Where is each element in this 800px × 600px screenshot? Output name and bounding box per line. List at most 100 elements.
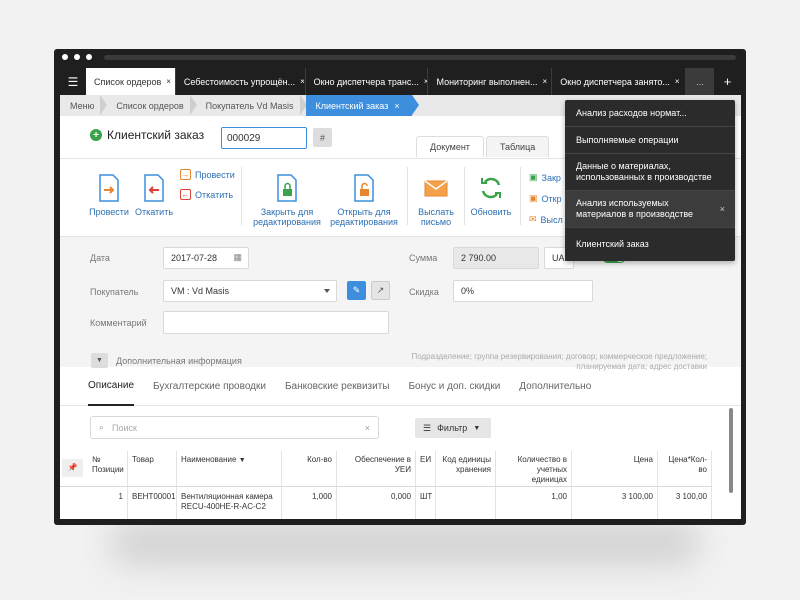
col-provision[interactable]: Обеспечение в УЕИ <box>337 451 416 487</box>
cell-product[interactable]: BEHT00001 <box>128 487 177 519</box>
side-open-button[interactable]: ▣ Откр <box>529 193 562 204</box>
table-scrollbar[interactable] <box>729 408 733 493</box>
tab-description[interactable]: Описание <box>88 368 135 406</box>
hash-button[interactable]: # <box>313 128 332 147</box>
add-tab-button[interactable]: + <box>714 68 741 95</box>
breadcrumb-current[interactable]: Клиентский заказ × <box>305 95 419 116</box>
open-buyer-button[interactable]: ↗ <box>371 281 390 300</box>
edit-buyer-button[interactable]: ✎ <box>347 281 366 300</box>
unpost-small-label: Откатить <box>195 189 234 200</box>
cell-accounting-qty[interactable]: 1,00 <box>496 487 572 519</box>
breadcrumb-label: Клиентский заказ <box>315 100 389 111</box>
post-small-button[interactable]: → Провести <box>180 169 235 180</box>
post-button[interactable]: Провести <box>89 173 129 217</box>
app-screen: ☰ Список ордеров × Себестоимость упрощён.… <box>60 68 741 519</box>
tab-monitoring[interactable]: Мониторинг выполнен... × <box>428 68 553 95</box>
menu-item-cost-analysis[interactable]: Анализ расходов нормат... <box>565 100 735 127</box>
col-product[interactable]: Товар <box>128 451 177 487</box>
tab-orders-list[interactable]: Список ордеров × <box>85 68 176 95</box>
tab-document[interactable]: Документ <box>416 136 484 157</box>
filter-icon: ☰ <box>423 422 432 433</box>
tab-transport[interactable]: Окно диспетчера транс... × <box>306 68 429 95</box>
maximize-dot[interactable] <box>86 54 92 60</box>
external-link-icon: ↗ <box>376 285 385 295</box>
search-input[interactable]: ⌕ Поиск × <box>90 416 379 439</box>
chevron-down-icon: ▼ <box>473 424 481 432</box>
menu-item-materials-data[interactable]: Данные о материалах, использованных в пр… <box>565 154 735 191</box>
envelope-small-icon: ✉ <box>529 214 537 224</box>
tab-additional[interactable]: Дополнительно <box>519 368 591 406</box>
col-storage-code[interactable]: Код единицы хранения <box>436 451 496 487</box>
col-accounting-qty[interactable]: Количество в учетных единицах <box>496 451 572 487</box>
col-position[interactable]: № Позиции <box>88 451 128 487</box>
cell-qty[interactable]: 1,000 <box>282 487 337 519</box>
pin-icon[interactable]: 📌 <box>62 459 83 477</box>
cell-name[interactable]: Вентиляционная камера RECU-400HE-R-AC-C2 <box>177 487 282 519</box>
comment-field[interactable] <box>163 311 389 334</box>
unpost-small-button[interactable]: ← Откатить <box>180 189 233 200</box>
buyer-select[interactable]: VM : Vd Masis <box>163 280 337 302</box>
send-letter-button[interactable]: Выслать письмо <box>416 173 456 227</box>
menu-item-client-order[interactable]: Клиентский заказ <box>565 228 735 261</box>
cell-total[interactable]: 3 100,00 <box>658 487 712 519</box>
discount-field[interactable]: 0% <box>453 280 593 302</box>
cell-unit[interactable]: ШТ <box>416 487 436 519</box>
col-qty[interactable]: Кол-во <box>282 451 337 487</box>
close-dot[interactable] <box>62 54 68 60</box>
close-icon[interactable]: × <box>394 101 399 111</box>
side-send-button[interactable]: ✉ Высл <box>529 214 563 225</box>
document-unpost-icon <box>144 174 164 202</box>
refresh-icon <box>481 177 501 199</box>
breadcrumb-menu[interactable]: Меню <box>60 95 108 116</box>
envelope-icon <box>424 180 448 197</box>
more-tabs-button[interactable]: ... <box>686 68 715 95</box>
close-icon[interactable]: × <box>543 77 548 86</box>
minimize-dot[interactable] <box>74 54 80 60</box>
tab-bank-details[interactable]: Банковские реквизиты <box>285 368 390 406</box>
window-shadow <box>110 520 700 566</box>
doc-number-input[interactable] <box>221 127 307 149</box>
col-unit[interactable]: ЕИ <box>416 451 436 487</box>
side-close-button[interactable]: ▣ Закр <box>529 172 561 183</box>
cell-provision[interactable]: 0,000 <box>337 487 416 519</box>
col-name[interactable]: Наименование ▼ <box>177 451 282 487</box>
tab-accounting[interactable]: Бухгалтерские проводки <box>153 368 266 406</box>
calendar-icon[interactable]: ▦ <box>233 252 242 263</box>
close-icon[interactable]: × <box>300 77 305 86</box>
unpost-button[interactable]: Откатить <box>135 173 173 217</box>
close-edit-button[interactable]: Закрыть для редактирования <box>253 173 321 227</box>
lock-open-icon <box>354 174 374 202</box>
close-icon[interactable]: × <box>675 77 680 86</box>
col-price[interactable]: Цена <box>572 451 658 487</box>
open-edit-button[interactable]: Открыть для редактирования <box>330 173 398 227</box>
tab-dispatcher[interactable]: Окно диспетчера занято... × <box>552 68 687 95</box>
additional-info-toggle[interactable]: ▼ Дополнительная информация <box>91 353 242 368</box>
tab-bonus[interactable]: Бонус и доп. скидки <box>408 368 500 406</box>
col-total[interactable]: Цена*Кол-во <box>658 451 712 487</box>
close-icon[interactable]: × <box>166 77 171 86</box>
breadcrumb-buyer[interactable]: Покупатель Vd Masis <box>196 95 307 116</box>
cell-price[interactable]: 3 100,00 <box>572 487 658 519</box>
address-bar[interactable] <box>104 55 736 60</box>
cell-storage-code[interactable] <box>436 487 496 519</box>
search-icon: ⌕ <box>99 422 105 432</box>
tab-cost[interactable]: Себестоимость упрощён... × <box>176 68 306 95</box>
menu-item-operations[interactable]: Выполняемые операции <box>565 127 735 154</box>
filter-button[interactable]: ☰ Фильтр ▼ <box>415 418 491 438</box>
discount-label: Скидка <box>409 287 439 297</box>
add-circle-icon[interactable]: + <box>90 129 102 141</box>
tab-label: Список ордеров <box>93 76 162 87</box>
clear-icon[interactable]: × <box>365 423 370 433</box>
additional-info-label: Дополнительная информация <box>116 355 242 366</box>
refresh-button[interactable]: Обновить <box>470 173 512 217</box>
date-field[interactable]: 2017-07-28 ▦ <box>163 247 249 269</box>
date-label: Дата <box>90 253 110 263</box>
close-icon[interactable]: × <box>720 204 725 215</box>
menu-item-materials-analysis[interactable]: Анализ используемых материалов в произво… <box>565 191 735 228</box>
hamburger-icon[interactable]: ☰ <box>60 68 86 95</box>
lock-closed-icon <box>277 174 297 202</box>
breadcrumb-orders[interactable]: Список ордеров <box>106 95 197 116</box>
cell-position[interactable]: 1 <box>88 487 128 519</box>
tab-table[interactable]: Таблица <box>485 136 550 157</box>
close-edit-label: Закрыть для редактирования <box>253 207 321 227</box>
